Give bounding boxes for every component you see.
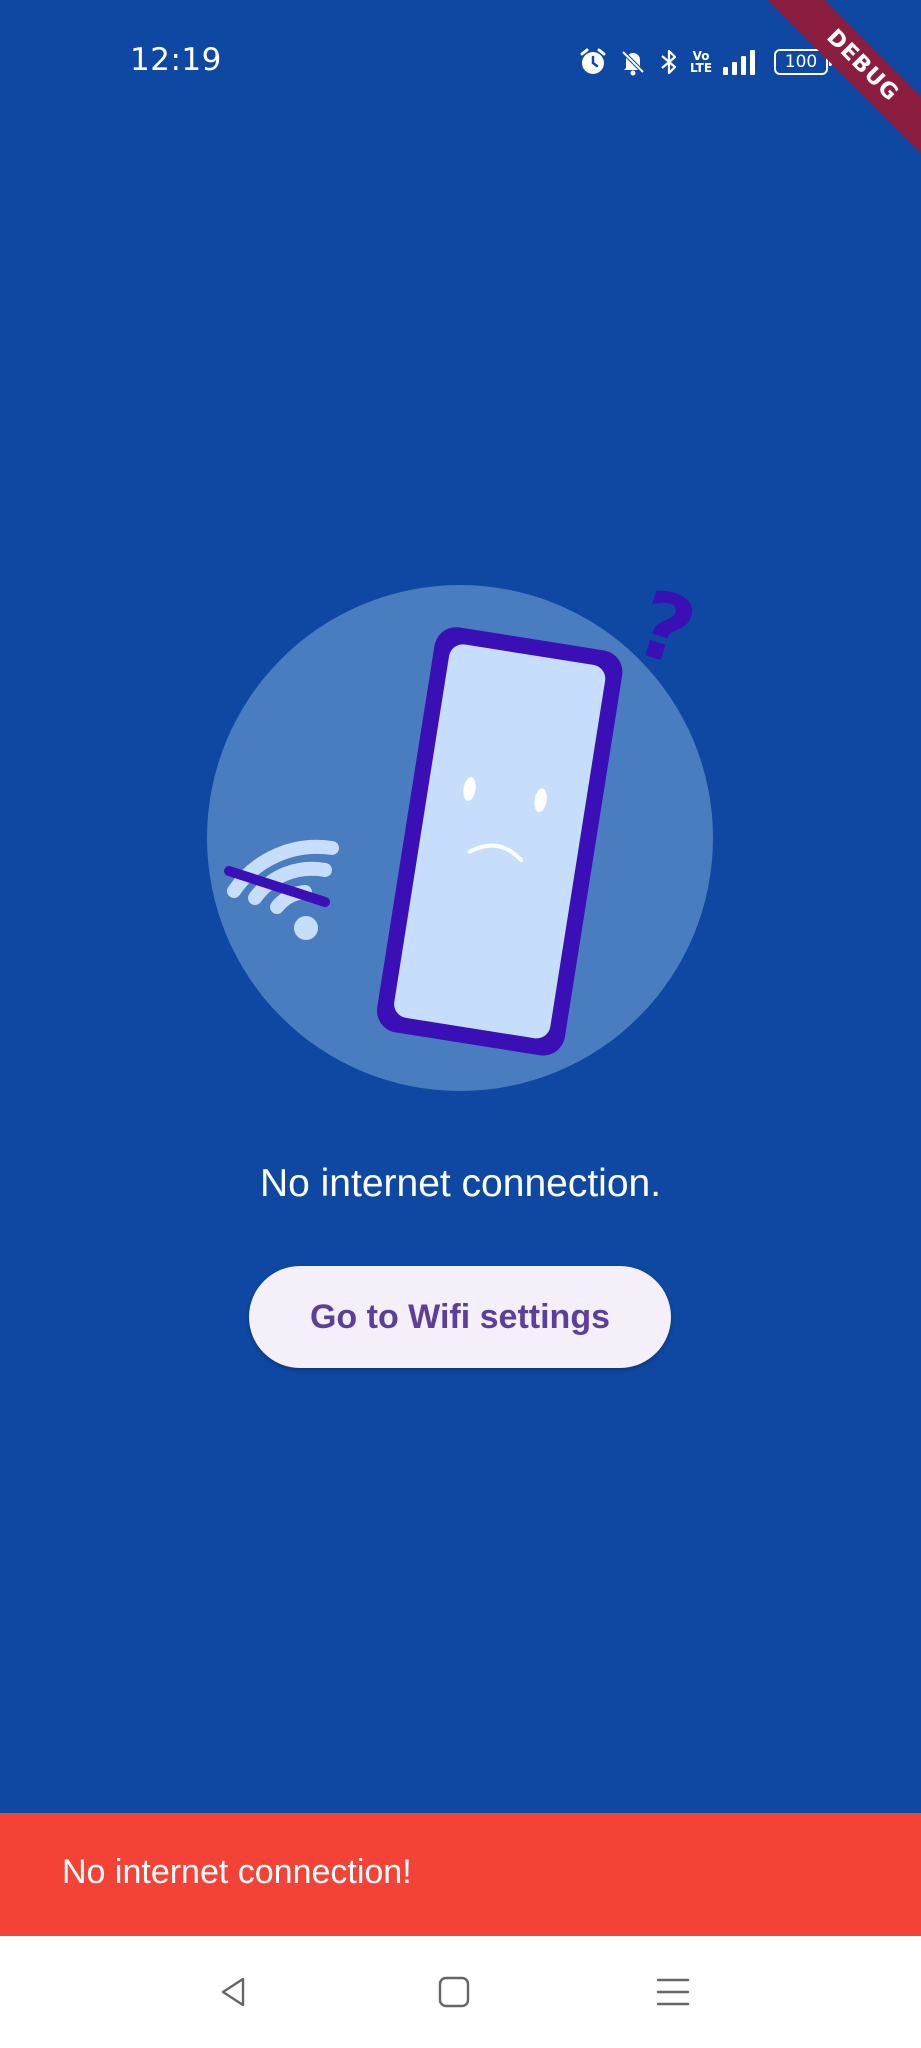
mute-icon: [618, 47, 648, 77]
status-time: 12:19: [130, 42, 222, 78]
snackbar-text: No internet connection!: [62, 1853, 412, 1891]
question-mark: ?: [624, 580, 708, 688]
back-icon: [215, 1974, 251, 2014]
screen: 12:19 Vo LTE 100 DEBUG ? No internet con…: [0, 0, 921, 2048]
no-connection-message: No internet connection.: [259, 1162, 662, 1205]
home-icon: [436, 1974, 472, 2014]
bluetooth-icon: [658, 47, 680, 77]
signal-icon: [722, 48, 758, 76]
volte-bottom: LTE: [690, 61, 713, 75]
navigation-bar: [0, 1936, 921, 2048]
snackbar: No internet connection!: [0, 1813, 921, 1936]
volte-icon: Vo LTE: [690, 50, 712, 74]
alarm-icon: [578, 47, 608, 77]
status-icons: Vo LTE 100: [578, 42, 832, 82]
no-connection-illustration: ?: [205, 569, 725, 1100]
status-bar: 12:19 Vo LTE 100: [0, 0, 921, 124]
menu-icon: [655, 1974, 691, 2014]
home-button[interactable]: [426, 1966, 482, 2022]
menu-button[interactable]: [645, 1966, 701, 2022]
back-button[interactable]: [205, 1966, 261, 2022]
go-to-wifi-settings-button[interactable]: Go to Wifi settings: [249, 1266, 671, 1368]
